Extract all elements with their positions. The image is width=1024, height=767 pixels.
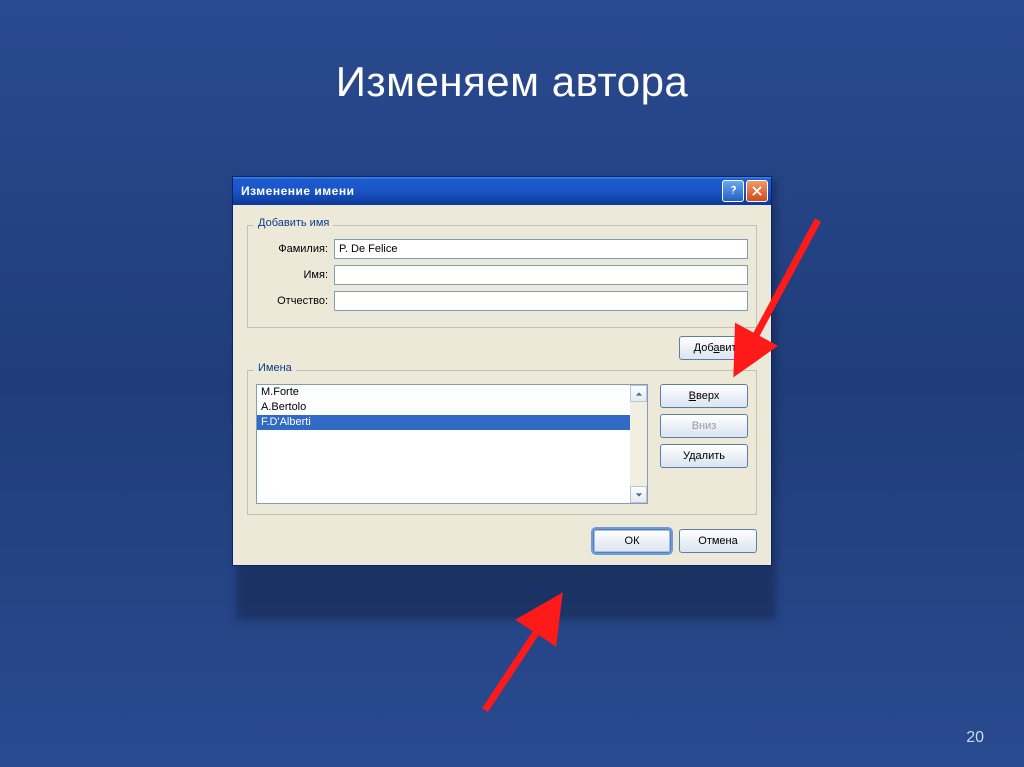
group-add-legend: Добавить имя: [254, 217, 333, 229]
cancel-button[interactable]: Отмена: [679, 529, 757, 553]
up-button-suffix: верх: [696, 390, 719, 402]
chevron-down-icon: [635, 491, 643, 499]
scroll-up-button[interactable]: [630, 385, 647, 402]
scrollbar[interactable]: [630, 385, 647, 503]
edit-name-dialog: Изменение имени Добавить имя Фамилия: Им…: [232, 176, 772, 566]
patronymic-input[interactable]: [334, 291, 748, 311]
add-button-suffix: вить: [720, 342, 743, 354]
up-button[interactable]: Вверх: [660, 384, 748, 408]
add-button-prefix: Доб: [694, 342, 714, 354]
close-button[interactable]: [746, 180, 768, 202]
chevron-up-icon: [635, 390, 643, 398]
side-buttons: Вверх Вниз Удалить: [660, 384, 748, 504]
delete-button[interactable]: Удалить: [660, 444, 748, 468]
ok-button[interactable]: ОК: [593, 529, 671, 553]
close-icon: [750, 184, 764, 198]
titlebar[interactable]: Изменение имени: [233, 177, 771, 205]
surname-label: Фамилия:: [256, 243, 334, 255]
list-inner: M.ForteA.BertoloF.D'Alberti: [257, 385, 630, 503]
help-icon: [726, 184, 740, 198]
window-title: Изменение имени: [241, 184, 720, 198]
up-button-hotkey: В: [689, 390, 696, 402]
group-names: Имена M.ForteA.BertoloF.D'Alberti: [247, 370, 757, 515]
names-listbox[interactable]: M.ForteA.BertoloF.D'Alberti: [256, 384, 648, 504]
scroll-down-button[interactable]: [630, 486, 647, 503]
add-button[interactable]: Добавить: [679, 336, 757, 360]
firstname-input[interactable]: [334, 265, 748, 285]
slide-number: 20: [966, 729, 984, 747]
firstname-label: Имя:: [256, 269, 334, 281]
scroll-track[interactable]: [630, 402, 647, 486]
group-add-name: Добавить имя Фамилия: Имя: Отчество:: [247, 225, 757, 328]
surname-input[interactable]: [334, 239, 748, 259]
dialog-body: Добавить имя Фамилия: Имя: Отчество: Доб…: [233, 205, 771, 565]
down-button[interactable]: Вниз: [660, 414, 748, 438]
slide-title: Изменяем автора: [0, 0, 1024, 106]
group-names-legend: Имена: [254, 362, 296, 374]
list-item[interactable]: F.D'Alberti: [257, 415, 630, 430]
help-button[interactable]: [722, 180, 744, 202]
list-item[interactable]: A.Bertolo: [257, 400, 630, 415]
patronymic-label: Отчество:: [256, 295, 334, 307]
list-item[interactable]: M.Forte: [257, 385, 630, 400]
